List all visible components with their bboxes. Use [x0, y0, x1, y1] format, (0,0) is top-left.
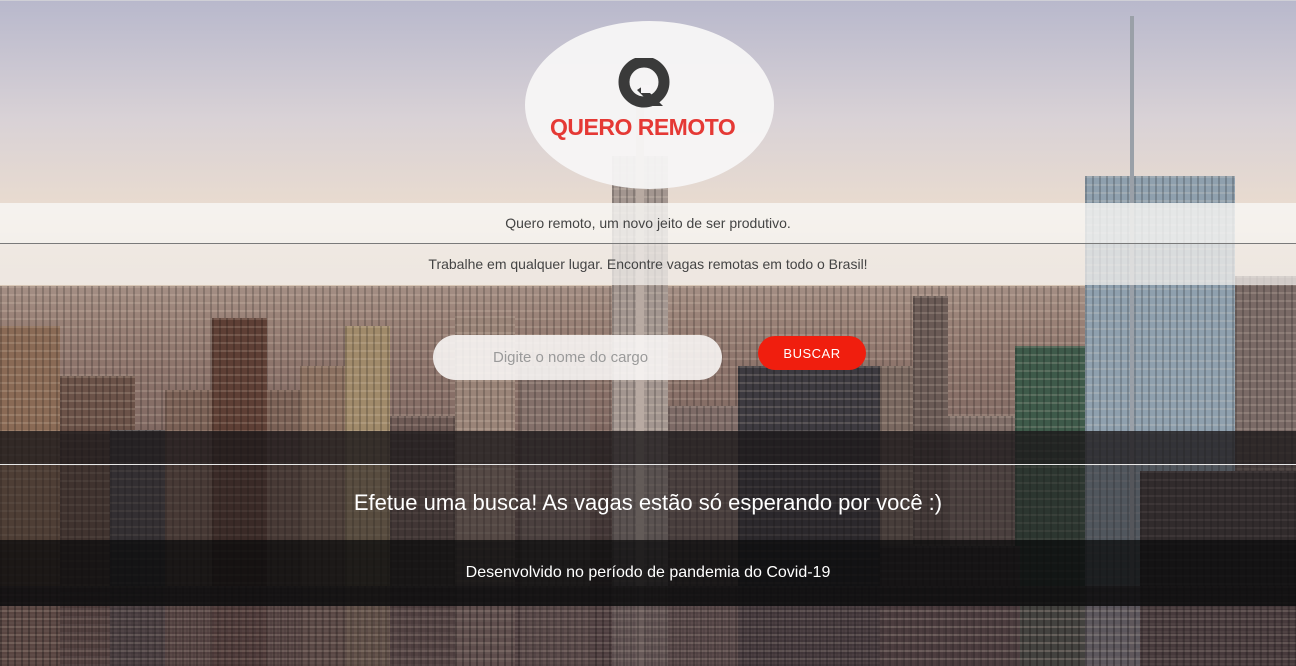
footer: Desenvolvido no período de pandemia do C…: [0, 540, 1296, 606]
subtitle: Trabalhe em qualquer lugar. Encontre vag…: [0, 244, 1296, 285]
search-button[interactable]: BUSCAR: [758, 336, 866, 370]
divider: [0, 464, 1296, 465]
q-logo-icon: [618, 58, 670, 108]
footer-text: Desenvolvido no período de pandemia do C…: [465, 564, 831, 581]
search-input[interactable]: [433, 335, 722, 380]
empty-results-message: Efetue uma busca! As vagas estão só espe…: [353, 490, 943, 515]
tagline: Quero remoto, um novo jeito de ser produ…: [0, 203, 1296, 244]
results-band: [0, 431, 1296, 540]
brand-name: QUERO REMOTO: [550, 114, 736, 140]
